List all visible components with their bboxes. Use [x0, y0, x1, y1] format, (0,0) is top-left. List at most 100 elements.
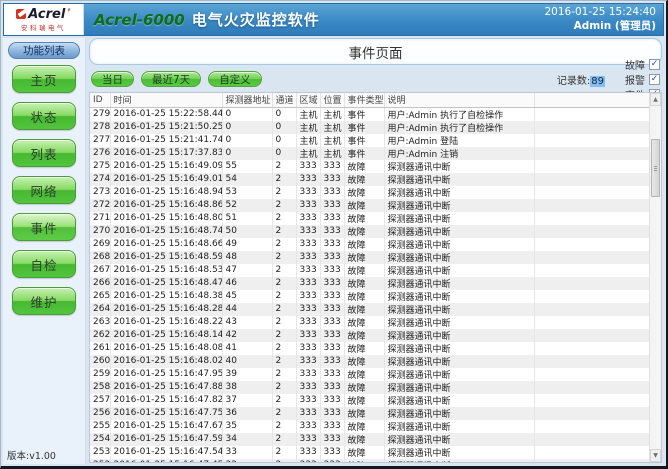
- table-cell-filler: [534, 329, 649, 342]
- table-row[interactable]: 2582016-01-25 15:16:47.887382333333故障探测器…: [90, 381, 649, 394]
- table-cell: 探测器通讯中断: [384, 238, 534, 251]
- table-cell: 270: [90, 225, 110, 238]
- table-row[interactable]: 2762016-01-25 15:17:37.83300主机主机事件用户:Adm…: [90, 147, 649, 160]
- table-cell: 2016-01-25 15:16:47.753: [110, 407, 222, 420]
- column-header-0[interactable]: ID: [90, 93, 110, 107]
- table-cell: 333: [320, 394, 344, 407]
- scrollbar-thumb[interactable]: [651, 139, 660, 197]
- table-cell: 333: [320, 433, 344, 446]
- scroll-up-icon[interactable]: ▲: [650, 93, 661, 106]
- checkbox-icon[interactable]: ✓: [649, 74, 660, 85]
- table-cell: 333: [296, 316, 320, 329]
- brand-subtext: 安科瑞电气: [21, 22, 66, 32]
- table-cell: 333: [320, 173, 344, 186]
- table-cell-filler: [534, 368, 649, 381]
- table-row[interactable]: 2542016-01-25 15:16:47.597342333333故障探测器…: [90, 433, 649, 446]
- table-cell-filler: [534, 186, 649, 199]
- table-cell: 探测器通讯中断: [384, 381, 534, 394]
- record-count-label: 记录数:: [557, 76, 590, 87]
- table-row[interactable]: 2682016-01-25 15:16:48.597482333333故障探测器…: [90, 251, 649, 264]
- table-cell: 2016-01-25 15:16:48.147: [110, 329, 222, 342]
- sidebar-nav: 主页状态列表网络事件自检维护: [3, 65, 85, 315]
- record-count-value: 89: [590, 76, 605, 87]
- sidebar-item-6[interactable]: 维护: [12, 287, 76, 315]
- column-header-3[interactable]: 通道: [272, 93, 296, 107]
- column-header-7[interactable]: 说明: [384, 93, 534, 107]
- table-cell: 2016-01-25 15:16:49.090: [110, 160, 222, 173]
- table-cell: 42: [222, 329, 272, 342]
- table-cell: 故障: [344, 186, 384, 199]
- table-row[interactable]: 2532016-01-25 15:16:47.540332333333故障探测器…: [90, 446, 649, 459]
- filter-checkbox-1[interactable]: 报警 ✓: [625, 72, 660, 87]
- table-cell: 333: [320, 277, 344, 290]
- checkbox-icon[interactable]: ✓: [649, 59, 660, 70]
- filter-checkbox-label: 故障: [625, 57, 645, 72]
- table-cell-filler: [534, 394, 649, 407]
- table-cell-filler: [534, 264, 649, 277]
- column-header-4[interactable]: 区域: [296, 93, 320, 107]
- table-row[interactable]: 2612016-01-25 15:16:48.087412333333故障探测器…: [90, 342, 649, 355]
- column-header-6[interactable]: 事件类型: [344, 93, 384, 107]
- table-cell: 2: [272, 290, 296, 303]
- table-cell: 333: [296, 355, 320, 368]
- table-row[interactable]: 2572016-01-25 15:16:47.823372333333故障探测器…: [90, 394, 649, 407]
- table-cell: 事件: [344, 147, 384, 160]
- table-row[interactable]: 2652016-01-25 15:16:48.380452333333故障探测器…: [90, 290, 649, 303]
- table-row[interactable]: 2722016-01-25 15:16:48.860522333333故障探测器…: [90, 199, 649, 212]
- sidebar-item-0[interactable]: 主页: [12, 65, 76, 93]
- sidebar-item-5[interactable]: 自检: [12, 250, 76, 278]
- table-row[interactable]: 2752016-01-25 15:16:49.090552333333故障探测器…: [90, 160, 649, 173]
- sidebar-item-3[interactable]: 网络: [12, 176, 76, 204]
- column-header-2[interactable]: 探测器地址: [222, 93, 272, 107]
- table-cell: 2: [272, 394, 296, 407]
- table-row[interactable]: 2742016-01-25 15:16:49.017542333333故障探测器…: [90, 173, 649, 186]
- table-row[interactable]: 2672016-01-25 15:16:48.537472333333故障探测器…: [90, 264, 649, 277]
- table-cell: 278: [90, 121, 110, 134]
- sidebar-item-4[interactable]: 事件: [12, 213, 76, 241]
- table-row[interactable]: 2792016-01-25 15:22:58.44000主机主机事件用户:Adm…: [90, 107, 649, 121]
- table-row[interactable]: 2642016-01-25 15:16:48.280442333333故障探测器…: [90, 303, 649, 316]
- table-cell: 45: [222, 290, 272, 303]
- filter-button-0[interactable]: 当日: [91, 71, 134, 87]
- table-cell: 38: [222, 381, 272, 394]
- table-row[interactable]: 2712016-01-25 15:16:48.803512333333故障探测器…: [90, 212, 649, 225]
- table-row[interactable]: 2662016-01-25 15:16:48.470462333333故障探测器…: [90, 277, 649, 290]
- table-row[interactable]: 2622016-01-25 15:16:48.147422333333故障探测器…: [90, 329, 649, 342]
- table-row[interactable]: 2772016-01-25 15:21:41.74000主机主机事件用户:Adm…: [90, 134, 649, 147]
- filter-button-1[interactable]: 最近7天: [141, 71, 201, 87]
- table-cell: 260: [90, 355, 110, 368]
- table-row[interactable]: 2732016-01-25 15:16:48.940532333333故障探测器…: [90, 186, 649, 199]
- table-row[interactable]: 2782016-01-25 15:21:50.25000主机主机事件用户:Adm…: [90, 121, 649, 134]
- column-header-5[interactable]: 位置: [320, 93, 344, 107]
- filter-checkbox-0[interactable]: 故障 ✓: [625, 57, 660, 72]
- table-row[interactable]: 2602016-01-25 15:16:48.020402333333故障探测器…: [90, 355, 649, 368]
- table-cell: 2016-01-25 15:16:48.667: [110, 238, 222, 251]
- table-row[interactable]: 2692016-01-25 15:16:48.667492333333故障探测器…: [90, 238, 649, 251]
- event-table: ID时间探测器地址通道区域位置事件类型说明 2792016-01-25 15:2…: [90, 93, 649, 463]
- vertical-scrollbar[interactable]: ▲ ▼: [649, 93, 661, 462]
- sidebar-item-1[interactable]: 状态: [12, 102, 76, 130]
- sidebar-item-2[interactable]: 列表: [12, 139, 76, 167]
- table-cell: 53: [222, 186, 272, 199]
- table-cell: 333: [320, 290, 344, 303]
- table-cell: 2: [272, 381, 296, 394]
- table-cell: 2016-01-25 15:16:48.380: [110, 290, 222, 303]
- table-cell: 用户:Admin 登陆: [384, 134, 534, 147]
- table-row[interactable]: 2702016-01-25 15:16:48.747502333333故障探测器…: [90, 225, 649, 238]
- table-row[interactable]: 2562016-01-25 15:16:47.753362333333故障探测器…: [90, 407, 649, 420]
- table-cell: 探测器通讯中断: [384, 264, 534, 277]
- column-header-1[interactable]: 时间: [110, 93, 222, 107]
- table-cell: 46: [222, 277, 272, 290]
- table-cell: 333: [296, 342, 320, 355]
- table-row[interactable]: 2632016-01-25 15:16:48.220432333333故障探测器…: [90, 316, 649, 329]
- filter-checkbox-label: 报警: [625, 72, 645, 87]
- table-row[interactable]: 2592016-01-25 15:16:47.957392333333故障探测器…: [90, 368, 649, 381]
- table-cell: 262: [90, 329, 110, 342]
- table-row[interactable]: 2552016-01-25 15:16:47.677352333333故障探测器…: [90, 420, 649, 433]
- table-row[interactable]: 2522016-01-25 15:16:47.457322333333故障探测器…: [90, 459, 649, 464]
- table-cell: 故障: [344, 212, 384, 225]
- filter-button-2[interactable]: 自定义: [208, 71, 262, 87]
- table-cell: 2: [272, 238, 296, 251]
- table-cell: 2016-01-25 15:16:47.887: [110, 381, 222, 394]
- scroll-down-icon[interactable]: ▼: [650, 449, 661, 462]
